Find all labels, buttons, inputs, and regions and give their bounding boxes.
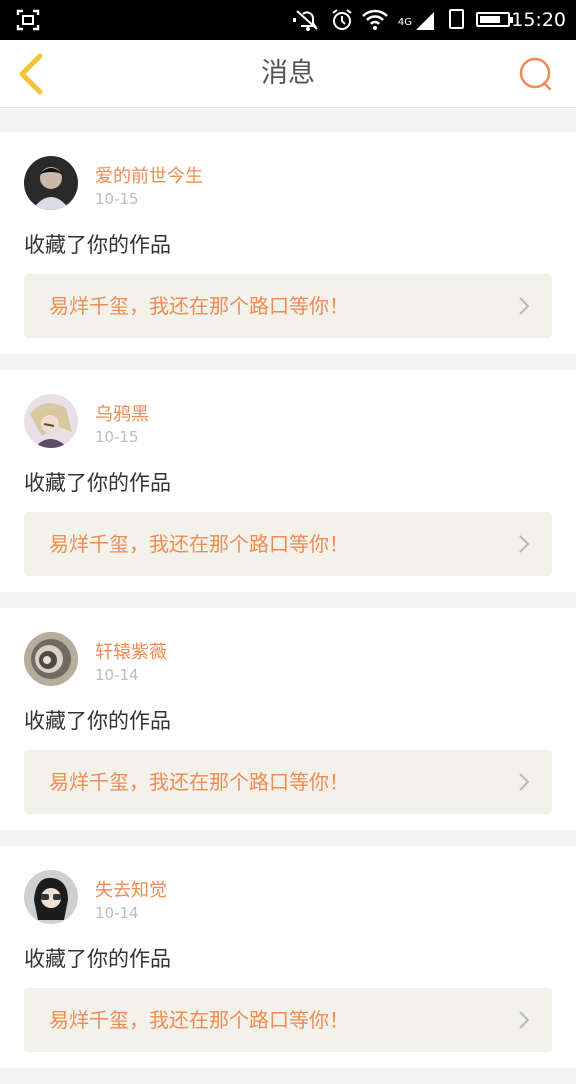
user-avatar[interactable]	[24, 156, 78, 210]
message-card: 爱的前世今生 10-15 收藏了你的作品 易烊千玺，我还在那个路口等你！	[0, 132, 576, 354]
battery-icon	[476, 12, 513, 27]
chevron-right-icon	[519, 297, 530, 315]
message-date: 10-15	[95, 428, 139, 446]
work-title: 易烊千玺，我还在那个路口等你！	[49, 1008, 349, 1032]
signal-icon	[416, 12, 434, 30]
chevron-right-icon	[519, 535, 530, 553]
work-link[interactable]: 易烊千玺，我还在那个路口等你！	[24, 512, 552, 576]
user-name[interactable]: 乌鸦黑	[95, 400, 149, 426]
message-date: 10-15	[95, 190, 139, 208]
user-name[interactable]: 失去知觉	[95, 876, 167, 902]
user-name[interactable]: 轩辕紫薇	[95, 638, 167, 664]
work-link[interactable]: 易烊千玺，我还在那个路口等你！	[24, 750, 552, 814]
chevron-right-icon	[519, 773, 530, 791]
user-name[interactable]: 爱的前世今生	[95, 162, 203, 188]
message-action: 收藏了你的作品	[24, 233, 171, 257]
work-title: 易烊千玺，我还在那个路口等你！	[49, 770, 349, 794]
message-action: 收藏了你的作品	[24, 947, 171, 971]
work-link[interactable]: 易烊千玺，我还在那个路口等你！	[24, 988, 552, 1052]
message-card: 乌鸦黑 10-15 收藏了你的作品 易烊千玺，我还在那个路口等你！	[0, 370, 576, 592]
clock: 15:20	[511, 9, 566, 31]
work-title: 易烊千玺，我还在那个路口等你！	[49, 294, 349, 318]
network-type: 4G	[397, 17, 412, 28]
wifi-icon	[362, 9, 388, 30]
message-action: 收藏了你的作品	[24, 709, 171, 733]
status-bar: 4G 15:20	[0, 0, 576, 40]
screenshot-icon	[16, 9, 40, 31]
sim-icon	[449, 9, 464, 29]
work-title: 易烊千玺，我还在那个路口等你！	[49, 532, 349, 556]
message-card: 失去知觉 10-14 收藏了你的作品 易烊千玺，我还在那个路口等你！	[0, 846, 576, 1068]
page-title: 消息	[261, 58, 315, 89]
user-avatar[interactable]	[24, 394, 78, 448]
search-icon[interactable]	[516, 54, 556, 94]
message-date: 10-14	[95, 904, 139, 922]
alarm-icon	[332, 9, 352, 30]
work-link[interactable]: 易烊千玺，我还在那个路口等你！	[24, 274, 552, 338]
user-avatar[interactable]	[24, 870, 78, 924]
message-date: 10-14	[95, 666, 139, 684]
message-card: 轩辕紫薇 10-14 收藏了你的作品 易烊千玺，我还在那个路口等你！	[0, 608, 576, 830]
user-avatar[interactable]	[24, 632, 78, 686]
mute-icon	[293, 10, 318, 31]
chevron-right-icon	[519, 1011, 530, 1029]
message-action: 收藏了你的作品	[24, 471, 171, 495]
app-header: 消息	[0, 40, 576, 108]
message-list: 爱的前世今生 10-15 收藏了你的作品 易烊千玺，我还在那个路口等你！ 乌鸦黑…	[0, 132, 576, 1084]
